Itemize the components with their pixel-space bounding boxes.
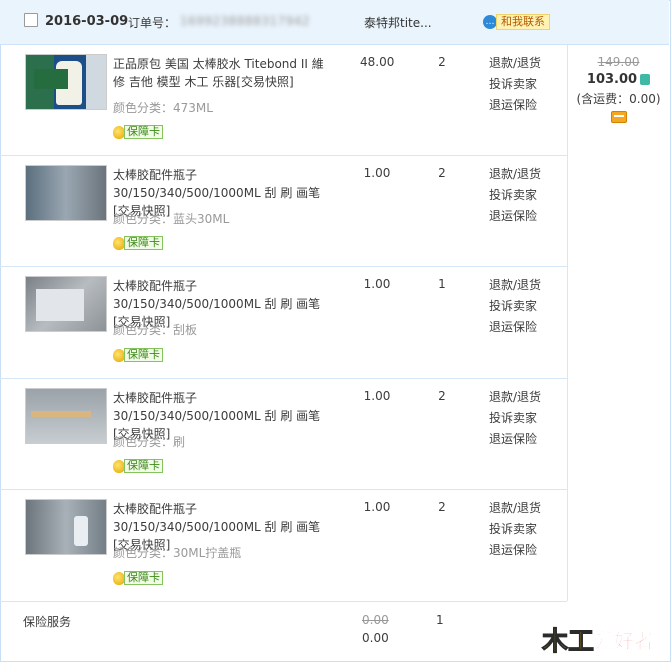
chat-bubble-icon: …	[483, 15, 497, 29]
bottle-image	[74, 516, 88, 546]
order-date: 2016-03-09	[45, 14, 129, 29]
product-thumbnail[interactable]	[25, 54, 107, 110]
badge-label: 保障卡	[124, 459, 163, 473]
insurance-row: 保险服务 0.00 0.00 1	[0, 601, 567, 661]
item-actions: 退款/退货 投诉卖家 退运保险	[489, 498, 541, 561]
order-item-row: 太棒胶配件瓶子30/150/340/500/1000ML 刮 刷 画笔[交易快照…	[0, 156, 567, 267]
product-thumbnail[interactable]	[25, 499, 107, 555]
payment-card-icon[interactable]	[610, 111, 627, 123]
contact-seller-button[interactable]: … 和我联系	[483, 14, 550, 30]
order-item-row: 正品原包 美国 太棒胶水 Titebond II 維修 吉他 模型 木工 乐器[…	[0, 45, 567, 156]
complain-link[interactable]: 投诉卖家	[489, 74, 541, 95]
refund-link[interactable]: 退款/退货	[489, 164, 541, 185]
quantity: 2	[438, 389, 446, 403]
guarantee-badge[interactable]: 保障卡	[113, 125, 163, 139]
product-sku: 颜色分类：蓝头30ML	[113, 212, 230, 226]
mobile-order-icon	[640, 74, 651, 85]
guarantee-badge[interactable]: 保障卡	[113, 571, 163, 585]
paid-total: 103.00	[568, 72, 669, 87]
paid-total-value: 103.00	[586, 72, 638, 87]
insurance-quantity: 1	[436, 613, 444, 627]
quantity: 2	[438, 500, 446, 514]
badge-label: 保障卡	[124, 571, 163, 585]
insurance-original-price: 0.00	[362, 613, 389, 627]
order-summary: 149.00 103.00 (含运费：0.00)	[568, 45, 669, 123]
guarantee-badge[interactable]: 保障卡	[113, 348, 163, 362]
return-insurance-link[interactable]: 退运保险	[489, 429, 541, 450]
return-insurance-link[interactable]: 退运保险	[489, 540, 541, 561]
brush-image	[31, 411, 91, 417]
badge-label: 保障卡	[124, 236, 163, 250]
refund-link[interactable]: 退款/退货	[489, 387, 541, 408]
order-item-row: 太棒胶配件瓶子30/150/340/500/1000ML 刮 刷 画笔[交易快照…	[0, 490, 567, 602]
unit-price: 1.00	[363, 500, 391, 514]
watermark-logo: 木工 爱好者	[541, 627, 655, 658]
order-number-label: 订单号：	[128, 16, 177, 30]
product-sku: 颜色分类：刷	[113, 435, 186, 449]
order-item-row: 太棒胶配件瓶子30/150/340/500/1000ML 刮 刷 画笔[交易快照…	[0, 267, 567, 379]
return-insurance-link[interactable]: 退运保险	[489, 317, 541, 338]
return-insurance-link[interactable]: 退运保险	[489, 206, 541, 227]
unit-price: 1.00	[363, 389, 391, 403]
return-insurance-link[interactable]: 退运保险	[489, 95, 541, 116]
insurance-price: 0.00	[362, 631, 389, 645]
quantity: 1	[438, 277, 446, 291]
watermark-logo-text: 木工	[541, 627, 594, 657]
badge-label: 保障卡	[124, 125, 163, 139]
order-header: 2016-03-09 订单号： 1699238888317942 泰特邦tite…	[0, 0, 669, 45]
refund-link[interactable]: 退款/退货	[489, 275, 541, 296]
shipping-fee: (含运费：0.00)	[576, 92, 661, 106]
scraper-image	[36, 289, 84, 321]
label-image	[34, 69, 68, 89]
product-sku: 颜色分类：刮板	[113, 323, 198, 337]
complain-link[interactable]: 投诉卖家	[489, 408, 541, 429]
order-number: 1699238888317942	[180, 14, 311, 28]
contact-label: 和我联系	[496, 14, 550, 30]
item-actions: 退款/退货 投诉卖家 退运保险	[489, 387, 541, 450]
complain-link[interactable]: 投诉卖家	[489, 519, 541, 540]
complain-link[interactable]: 投诉卖家	[489, 296, 541, 317]
badge-label: 保障卡	[124, 348, 163, 362]
product-title-link[interactable]: 正品原包 美国 太棒胶水 Titebond II 維修 吉他 模型 木工 乐器[…	[113, 55, 333, 91]
item-actions: 退款/退货 投诉卖家 退运保险	[489, 53, 541, 116]
original-total: 149.00	[597, 55, 640, 69]
quantity: 2	[438, 55, 446, 69]
shop-name-link[interactable]: 泰特邦tite...	[364, 14, 434, 31]
product-thumbnail[interactable]	[25, 388, 107, 444]
guarantee-badge[interactable]: 保障卡	[113, 236, 163, 250]
quantity: 2	[438, 166, 446, 180]
product-thumbnail[interactable]	[25, 165, 107, 221]
item-actions: 退款/退货 投诉卖家 退运保险	[489, 275, 541, 338]
refund-link[interactable]: 退款/退货	[489, 53, 541, 74]
product-sku: 颜色分类：30ML拧盖瓶	[113, 546, 242, 560]
product-sku: 颜色分类：473ML	[113, 101, 213, 115]
order-select-checkbox[interactable]	[24, 13, 38, 27]
unit-price: 1.00	[363, 166, 391, 180]
unit-price: 1.00	[363, 277, 391, 291]
product-thumbnail[interactable]	[25, 276, 107, 332]
column-divider	[567, 45, 568, 601]
watermark-logo-text: 爱好者	[594, 629, 654, 653]
insurance-label: 保险服务	[23, 615, 72, 629]
unit-price: 48.00	[360, 55, 395, 69]
item-actions: 退款/退货 投诉卖家 退运保险	[489, 164, 541, 227]
order-item-row: 太棒胶配件瓶子30/150/340/500/1000ML 刮 刷 画笔[交易快照…	[0, 379, 567, 490]
complain-link[interactable]: 投诉卖家	[489, 185, 541, 206]
guarantee-badge[interactable]: 保障卡	[113, 459, 163, 473]
refund-link[interactable]: 退款/退货	[489, 498, 541, 519]
